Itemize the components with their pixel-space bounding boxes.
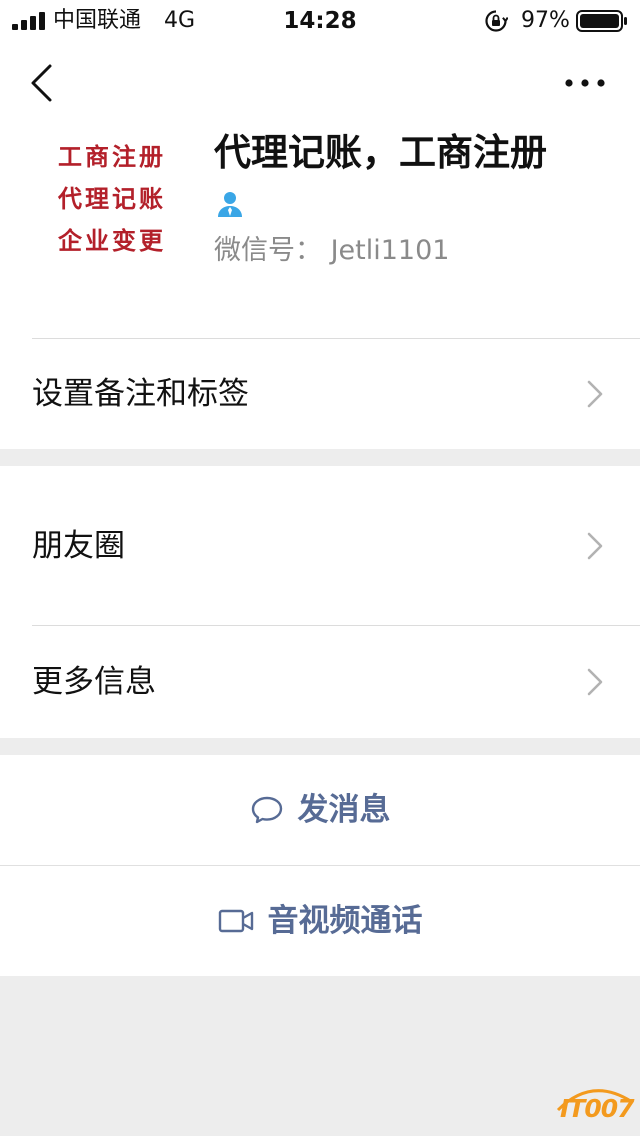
moments-row[interactable]: 朋友圈	[0, 466, 640, 625]
chevron-right-icon	[587, 532, 603, 560]
set-remark-label: 设置备注和标签	[32, 376, 249, 412]
chevron-right-icon	[587, 380, 603, 408]
battery-percent: 97%	[521, 8, 570, 33]
send-message-label: 发消息	[297, 792, 391, 828]
watermark-logo: IT007	[552, 1080, 636, 1130]
person-icon	[218, 192, 242, 217]
video-call-label: 音视频通话	[267, 903, 423, 939]
video-camera-icon	[218, 909, 253, 933]
watermark-text: IT007	[560, 1094, 635, 1123]
more-dots-icon[interactable]	[560, 72, 610, 94]
video-call-button[interactable]: 音视频通话	[0, 866, 640, 976]
moments-label: 朋友圈	[32, 528, 125, 564]
avatar-text-line: 企业变更	[58, 226, 166, 255]
avatar[interactable]: 工商注册 代理记账 企业变更	[32, 128, 192, 288]
battery-icon	[576, 10, 627, 32]
set-remark-and-tags-row[interactable]: 设置备注和标签	[0, 339, 640, 449]
status-bar: 中国联通 4G 14:28 97%	[0, 0, 640, 40]
chat-bubble-icon	[251, 796, 282, 824]
avatar-text-line: 工商注册	[58, 142, 166, 171]
rotation-lock-icon	[485, 10, 508, 32]
chevron-left-icon[interactable]	[26, 62, 56, 104]
send-message-button[interactable]: 发消息	[0, 755, 640, 865]
profile-name: 代理记账，工商注册	[214, 131, 547, 174]
more-info-row[interactable]: 更多信息	[0, 626, 640, 738]
wechat-id: 微信号： Jetli1101	[214, 235, 450, 266]
more-info-label: 更多信息	[32, 664, 156, 700]
avatar-text-line: 代理记账	[58, 184, 166, 213]
chevron-right-icon	[587, 668, 603, 696]
